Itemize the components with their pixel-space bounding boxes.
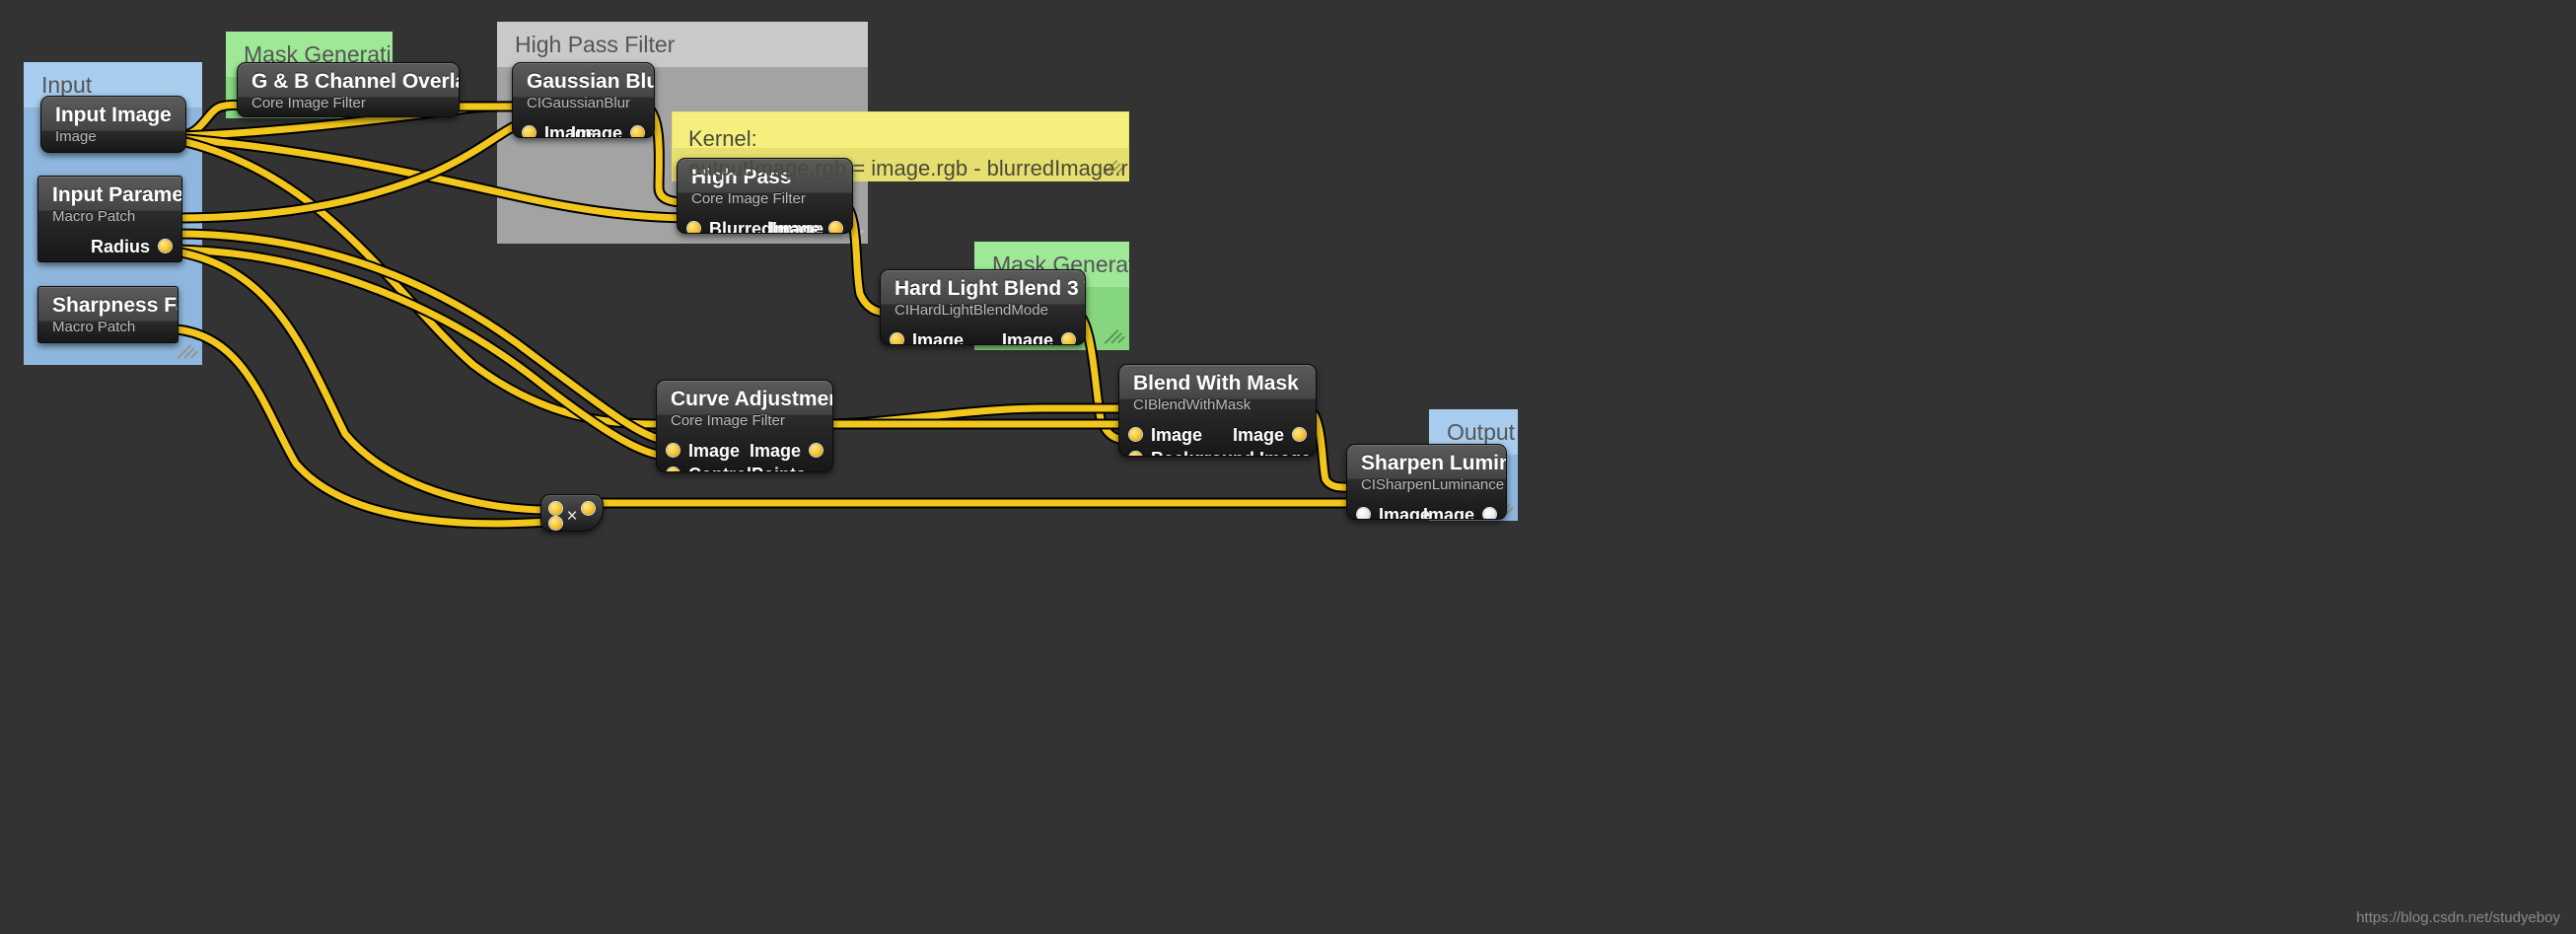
node-title-hard_light_blend_3_times: Hard Light Blend 3 Times bbox=[894, 277, 1085, 300]
node-subtitle-sharpen_luminance: CISharpenLuminance bbox=[1361, 476, 1505, 493]
output-port-label: ControlPoints bbox=[38, 258, 150, 261]
node-ports-curve_adjustment: ImageImageControlPointsIntensity bbox=[657, 435, 832, 471]
wire-5 bbox=[170, 228, 671, 446]
patch-node-gaussian_blur[interactable]: Gaussian Blur CIGaussianBlur ImageImageRad… bbox=[512, 62, 655, 138]
port-row-inout: Image Image bbox=[881, 328, 1085, 345]
node-title-blend_with_mask: Blend With Mask bbox=[1133, 372, 1299, 395]
input-port-label: Image bbox=[912, 330, 965, 345]
node-subtitle-input_image: Image bbox=[55, 128, 97, 145]
port-row-inout: BlurredImage Image bbox=[678, 217, 852, 234]
patch-node-input_image[interactable]: Input Image Image Image bbox=[40, 96, 186, 153]
wire-7 bbox=[170, 246, 552, 516]
patch-node-input_parameters[interactable]: Input Parameters Macro Patch Radius Control… bbox=[37, 176, 182, 262]
output-port-label: Image bbox=[1001, 330, 1053, 345]
node-ports-input_image: Image bbox=[41, 151, 185, 152]
patch-node-gb_channel_overlay_blend[interactable]: G & B Channel Overlay Blend Core Image Fi… bbox=[237, 62, 460, 117]
output-port-pin[interactable] bbox=[1483, 508, 1496, 519]
output-port-pin[interactable] bbox=[159, 240, 172, 252]
connection-wires bbox=[170, 99, 1361, 530]
input-port-pin[interactable] bbox=[687, 222, 700, 233]
group-title-high_pass_filter: High Pass Filter bbox=[497, 22, 868, 67]
node-ports-hard_light_blend_3_times: ImageImageBackground Image bbox=[881, 324, 1085, 345]
input-port-pin[interactable] bbox=[523, 126, 536, 137]
watermark: https://blog.csdn.net/studyeboy bbox=[2356, 909, 2560, 926]
node-graph-canvas[interactable]: InputMask Generating BeginHigh Pass Filt… bbox=[0, 0, 2576, 934]
patch-node-sharpness_factor[interactable]: Sharpness Factor Macro Patch Value bbox=[37, 286, 179, 343]
note-line-1: outputImage.rgb = image.rgb - blurredIma… bbox=[688, 156, 1128, 180]
input-port-label: Background Image bbox=[1151, 447, 1311, 456]
wire-13 bbox=[819, 402, 1133, 430]
input-port-label: Image bbox=[688, 441, 741, 461]
wire-4 bbox=[170, 117, 528, 224]
node-ports-input_parameters: RadiusControlPointsAmount bbox=[38, 231, 181, 261]
note-line-0: Kernel: bbox=[688, 126, 757, 151]
patch-node-curve_adjustment[interactable]: Curve Adjustment Core Image Filter Image Im… bbox=[656, 380, 833, 472]
node-subtitle-curve_adjustment: Core Image Filter bbox=[671, 412, 785, 429]
node-subtitle-input_parameters: Macro Patch bbox=[52, 208, 136, 225]
kernel-note[interactable]: Kernel: outputImage.rgb = image.rgb - blu… bbox=[672, 111, 1129, 181]
input-port-pin[interactable] bbox=[1357, 508, 1370, 519]
node-title-input_parameters: Input Parameters bbox=[52, 183, 182, 206]
node-subtitle-gb_channel_overlay_blend: Core Image Filter bbox=[251, 95, 366, 111]
patch-node-hard_light_blend_3_times[interactable]: Hard Light Blend 3 Times CIHardLightBlend… bbox=[880, 269, 1086, 345]
output-port-label: Radius bbox=[90, 237, 150, 256]
input-port-pin[interactable] bbox=[667, 467, 680, 471]
node-title-curve_adjustment: Curve Adjustment bbox=[671, 388, 833, 410]
input-port-pin[interactable] bbox=[1129, 452, 1142, 456]
node-subtitle-blend_with_mask: CIBlendWithMask bbox=[1133, 396, 1252, 413]
output-port-label: Image bbox=[768, 219, 821, 234]
input-port-pin[interactable] bbox=[667, 444, 680, 457]
port-row-output: ControlPoints bbox=[38, 258, 181, 261]
output-port-label: Image bbox=[570, 123, 622, 138]
node-title-gaussian_blur: Gaussian Blur bbox=[527, 70, 655, 93]
node-title-gb_channel_overlay_blend: G & B Channel Overlay Blend bbox=[251, 70, 459, 93]
multiply-icon: × bbox=[566, 506, 578, 527]
resize-grip-icon[interactable] bbox=[1104, 328, 1125, 346]
node-ports-high_pass: BlurredImageImageImage bbox=[678, 213, 852, 234]
output-port-pin[interactable] bbox=[1062, 333, 1075, 344]
node-title-input_image: Input Image bbox=[55, 104, 172, 126]
input-port-label: Image bbox=[1151, 425, 1203, 445]
node-subtitle-high_pass: Core Image Filter bbox=[691, 190, 806, 207]
port-row-input: ControlPoints bbox=[657, 463, 832, 471]
node-title-sharpen_luminance: Sharpen Luminance bbox=[1361, 452, 1506, 474]
node-ports-sharpness_factor: Value bbox=[38, 341, 178, 342]
port-row-output: Radius bbox=[38, 235, 181, 258]
output-port-label: Image bbox=[1232, 425, 1284, 445]
patch-node-sharpen_luminance[interactable]: Sharpen Luminance CISharpenLuminance Image… bbox=[1346, 444, 1507, 520]
output-port-pin[interactable] bbox=[631, 126, 644, 137]
patch-node-blend_with_mask[interactable]: Blend With Mask CIBlendWithMask Image Image… bbox=[1118, 364, 1317, 457]
wire-6 bbox=[170, 244, 671, 462]
operator-node-multiply[interactable]: × bbox=[540, 494, 604, 532]
input-port-pin[interactable] bbox=[891, 333, 903, 344]
output-port-label: Image bbox=[749, 441, 801, 461]
node-ports-gaussian_blur: ImageImageRadius bbox=[513, 117, 654, 138]
port-row-inout: Image Image bbox=[1347, 503, 1506, 520]
output-port-label: Image bbox=[1422, 505, 1474, 520]
node-subtitle-gaussian_blur: CIGaussianBlur bbox=[527, 95, 631, 111]
port-row-inout: Image Image bbox=[1119, 423, 1316, 447]
node-ports-blend_with_mask: ImageImageBackground ImageMask Image bbox=[1119, 419, 1316, 456]
output-port-pin[interactable] bbox=[829, 222, 842, 233]
input-port-label: ControlPoints bbox=[688, 463, 806, 471]
node-subtitle-hard_light_blend_3_times: CIHardLightBlendMode bbox=[894, 302, 1048, 319]
resize-grip-icon[interactable] bbox=[177, 343, 198, 361]
port-row-input: Background Image bbox=[1119, 447, 1316, 456]
input-port-pin[interactable] bbox=[1129, 428, 1142, 441]
node-ports-sharpen_luminance: ImageImageSharpness bbox=[1347, 499, 1506, 520]
node-subtitle-sharpness_factor: Macro Patch bbox=[52, 319, 136, 335]
port-row-inout: Image Image bbox=[513, 121, 654, 138]
output-port-pin[interactable] bbox=[1293, 428, 1306, 441]
output-port-pin[interactable] bbox=[810, 444, 823, 457]
node-title-sharpness_factor: Sharpness Factor bbox=[52, 294, 178, 317]
port-row-inout: Image Image bbox=[657, 439, 832, 463]
wire-8 bbox=[170, 323, 552, 530]
